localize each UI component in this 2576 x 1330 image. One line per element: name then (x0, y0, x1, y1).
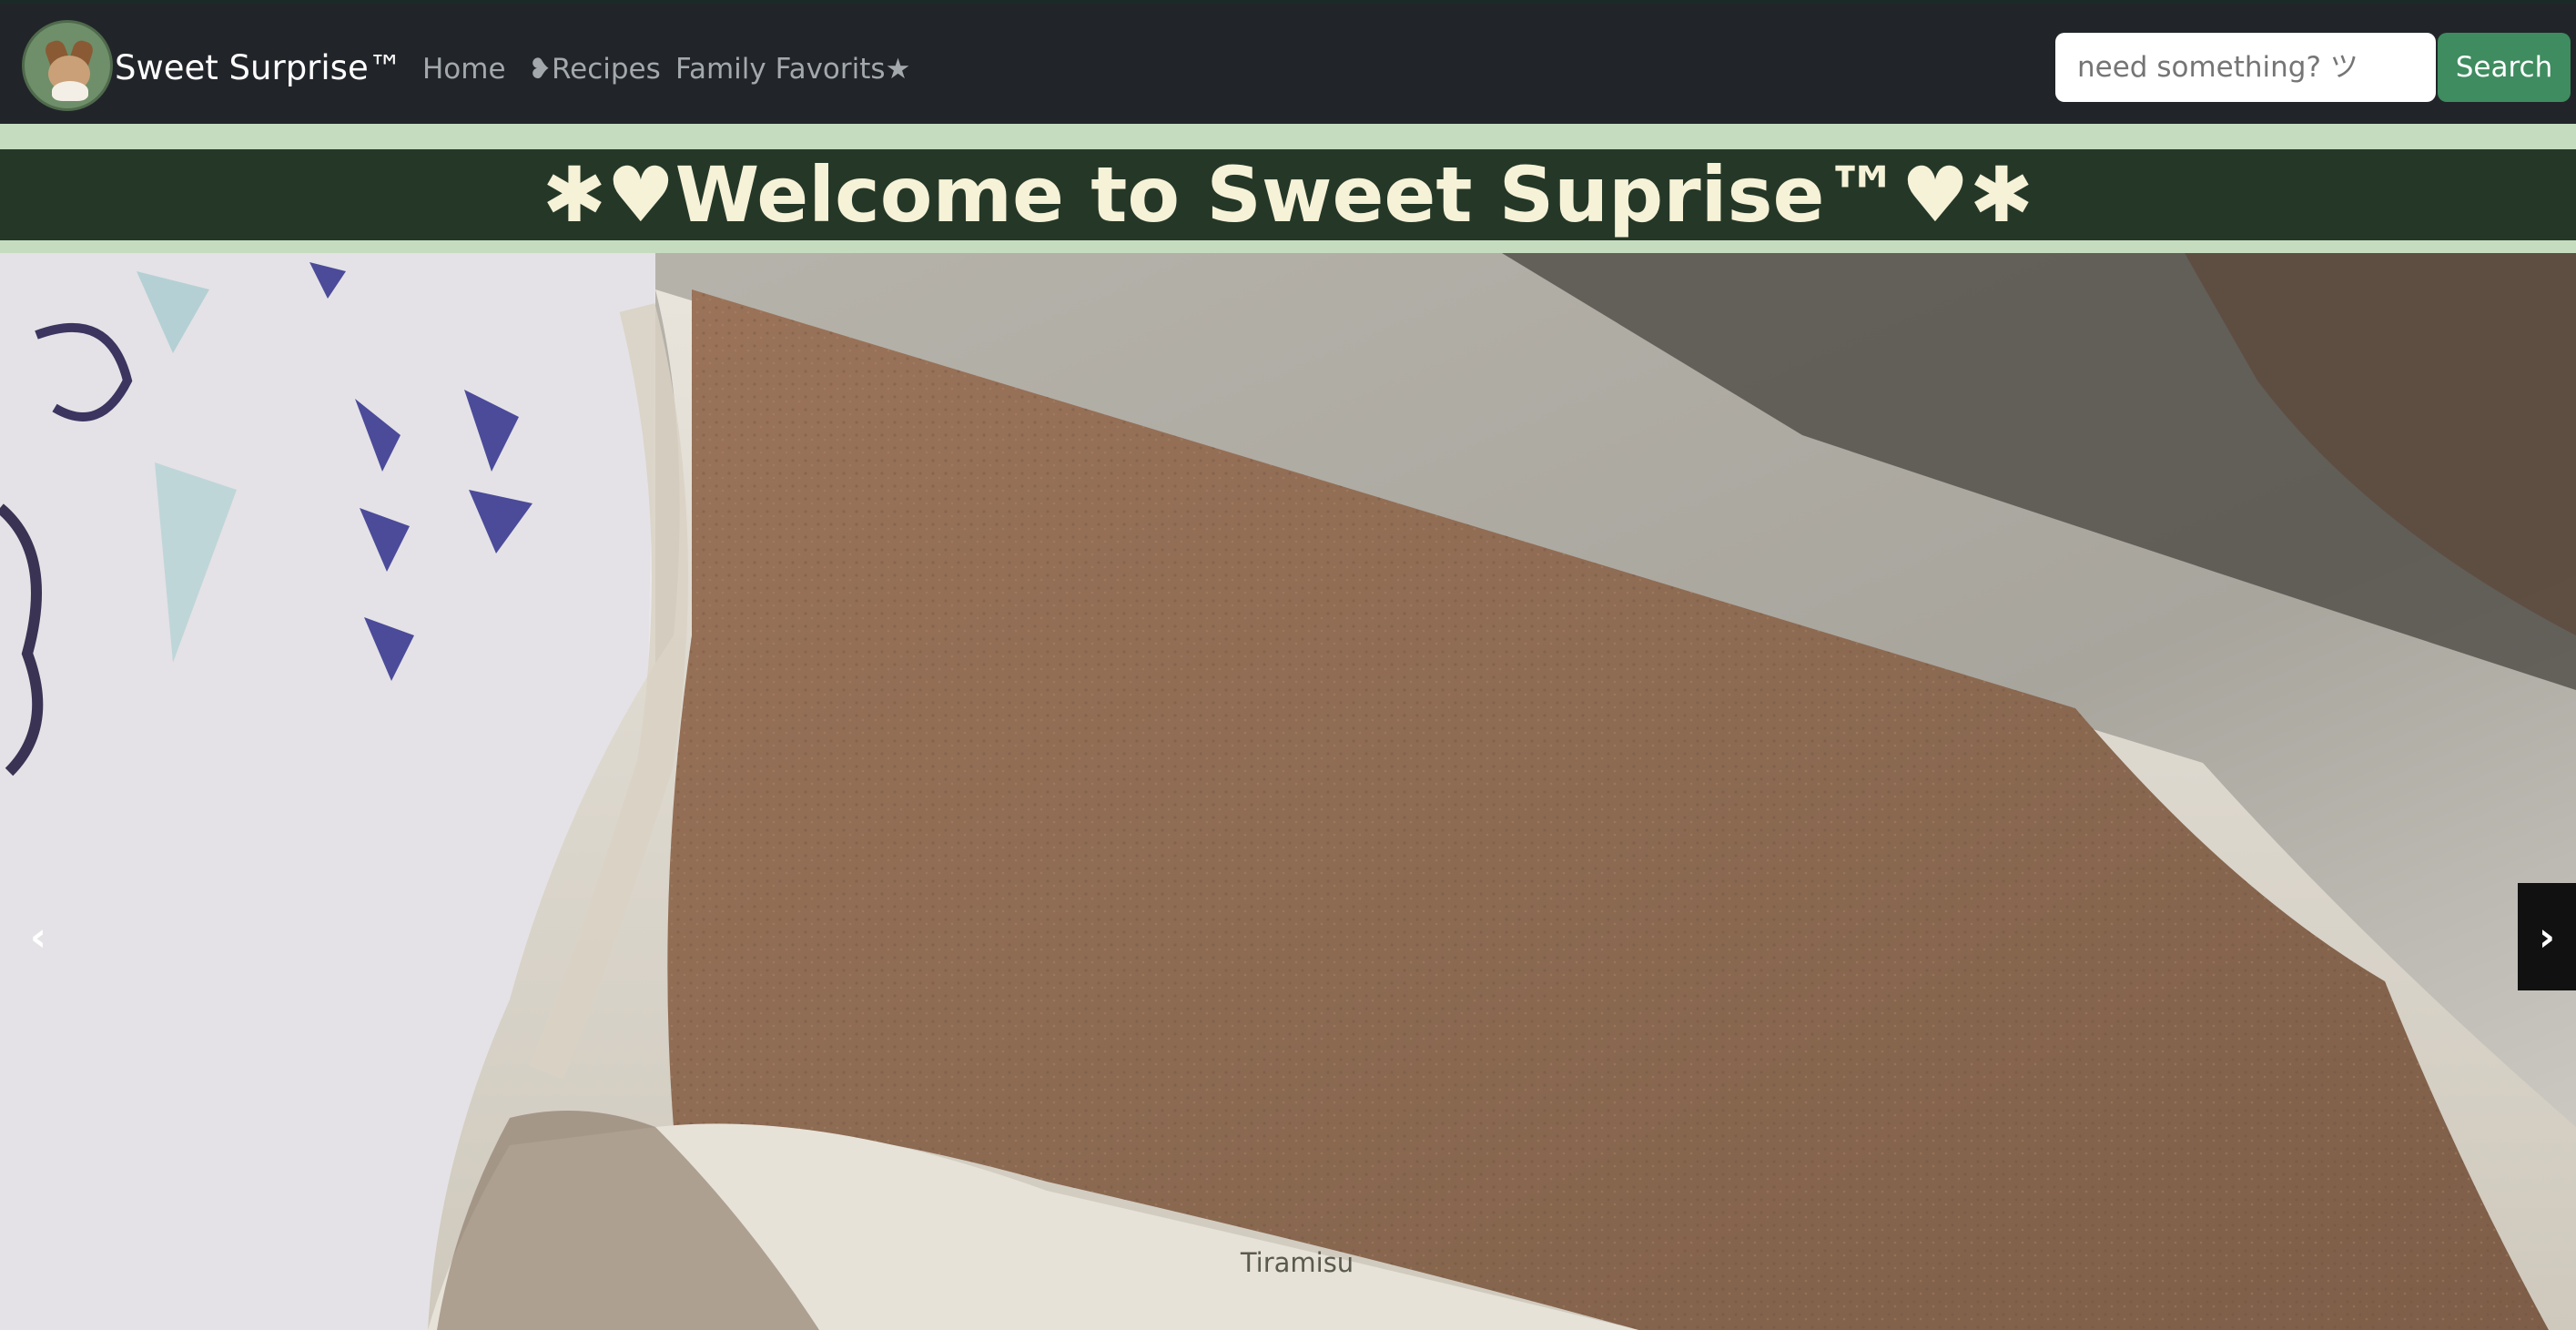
carousel-prev-button[interactable]: ‹ (9, 883, 67, 990)
brand-name[interactable]: Sweet Surprise™ (115, 47, 402, 89)
carousel-next-button[interactable]: › (2518, 883, 2576, 990)
search-button[interactable]: Search (2438, 33, 2571, 102)
logo-cream (52, 81, 88, 101)
welcome-banner: ✱♥Welcome to Sweet Suprise™♥✱ (0, 124, 2576, 253)
nav-family-favorites-link[interactable]: Family Favorits★ (675, 51, 910, 87)
carousel: ‹ › (0, 253, 2576, 1330)
navbar: Sweet Surprise™ Home ❥Recipes Family Fav… (0, 0, 2576, 124)
welcome-banner-inner: ✱♥Welcome to Sweet Suprise™♥✱ (0, 149, 2576, 240)
page-title: ✱♥Welcome to Sweet Suprise™♥✱ (542, 150, 2034, 239)
nav-home-link[interactable]: Home (422, 51, 506, 87)
tiramisu-photo (0, 253, 2576, 1330)
nav-recipes-link[interactable]: ❥Recipes (528, 51, 661, 87)
brand-logo[interactable] (22, 20, 113, 111)
search-input[interactable] (2055, 33, 2436, 102)
carousel-caption: Tiramisu (1240, 1247, 1354, 1278)
